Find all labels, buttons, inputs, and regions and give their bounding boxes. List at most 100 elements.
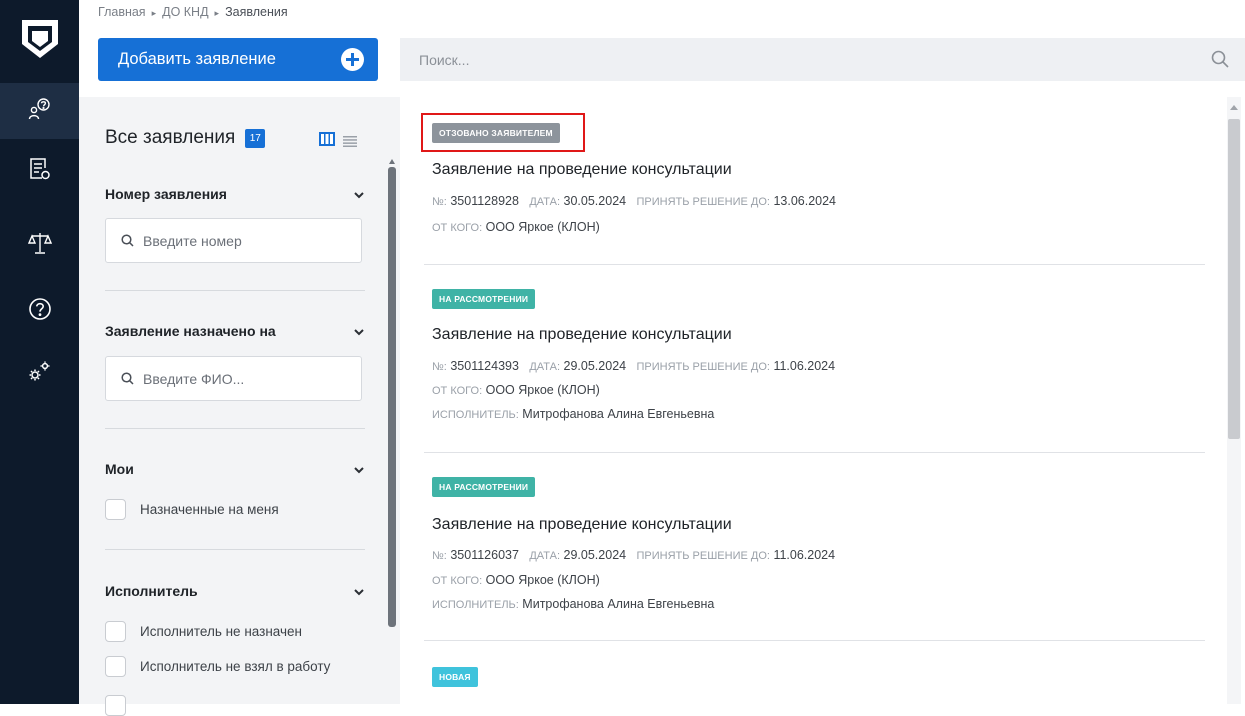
- settings-gears-icon: [28, 359, 52, 388]
- breadcrumb-separator: ▸: [151, 8, 157, 18]
- rail-item-consultations[interactable]: [0, 83, 79, 139]
- checkbox[interactable]: [105, 695, 126, 716]
- number-key: №:: [432, 361, 447, 373]
- user-question-icon: [28, 97, 52, 126]
- breadcrumb: Главная ▸ ДО КНД ▸ Заявления: [98, 5, 288, 19]
- from-key: ОТ КОГО:: [432, 575, 483, 587]
- application-from: ОТ КОГО: ООО Яркое (КЛОН): [432, 220, 600, 234]
- status-badge: ОТЗОВАНО ЗАЯВИТЕЛЕМ: [432, 123, 560, 143]
- breadcrumb-separator: ▸: [214, 8, 220, 18]
- deadline-key: ПРИНЯТЬ РЕШЕНИЕ ДО:: [636, 196, 770, 208]
- divider: [424, 264, 1205, 265]
- checkbox[interactable]: [105, 621, 126, 642]
- plus-circle-icon: [341, 48, 364, 71]
- from-value: ООО Яркое (КЛОН): [485, 383, 600, 397]
- executor-value: Митрофанова Алина Евгеньевна: [522, 407, 715, 421]
- from-key: ОТ КОГО:: [432, 222, 483, 234]
- executor-key: ИСПОЛНИТЕЛЬ:: [432, 409, 519, 421]
- checkbox-assigned-to-me[interactable]: Назначенные на меня: [105, 499, 279, 520]
- mine-filter-label[interactable]: Мои: [105, 461, 134, 477]
- chevron-down-icon[interactable]: [354, 186, 364, 204]
- help-circle-icon: [28, 297, 52, 326]
- divider: [105, 290, 365, 291]
- breadcrumb-section[interactable]: ДО КНД: [162, 5, 208, 19]
- status-badge: НОВАЯ: [432, 667, 478, 687]
- assigned-filter-label[interactable]: Заявление назначено на: [105, 323, 276, 339]
- filter-panel: Все заявления 17 Номер заявления Заявлен…: [79, 97, 400, 716]
- application-meta: №: 3501128928 ДАТА: 30.05.2024 ПРИНЯТЬ Р…: [432, 194, 836, 208]
- executor-filter-label[interactable]: Исполнитель: [105, 583, 198, 599]
- application-executor: ИСПОЛНИТЕЛЬ: Митрофанова Алина Евгеньевн…: [432, 597, 714, 611]
- applications-count-badge: 17: [245, 128, 266, 148]
- chevron-down-icon[interactable]: [354, 323, 364, 341]
- application-executor: ИСПОЛНИТЕЛЬ: Митрофанова Алина Евгеньевн…: [432, 407, 714, 421]
- application-from: ОТ КОГО: ООО Яркое (КЛОН): [432, 573, 600, 587]
- rail-item-settings[interactable]: [0, 345, 79, 401]
- rail-item-help[interactable]: [0, 283, 79, 339]
- date-key: ДАТА:: [529, 361, 561, 373]
- search-input[interactable]: [400, 38, 1245, 81]
- application-meta: №: 3501126037 ДАТА: 29.05.2024 ПРИНЯТЬ Р…: [432, 548, 835, 562]
- deadline-key: ПРИНЯТЬ РЕШЕНИЕ ДО:: [636, 361, 770, 373]
- all-applications-heading: Все заявления: [105, 127, 236, 148]
- from-key: ОТ КОГО:: [432, 385, 483, 397]
- application-date: 30.05.2024: [563, 194, 627, 208]
- number-key: №:: [432, 550, 447, 562]
- columns-view-icon[interactable]: [319, 132, 335, 151]
- divider: [424, 452, 1205, 453]
- rail-item-documents[interactable]: [0, 143, 79, 199]
- document-list-icon: [29, 157, 51, 186]
- application-number: 3501128928: [450, 194, 519, 208]
- status-badge: НА РАССМОТРЕНИИ: [432, 477, 536, 497]
- search-bar: [400, 38, 1245, 81]
- application-title[interactable]: Заявление на проведение консультации: [432, 516, 732, 534]
- assignee-input[interactable]: [106, 357, 361, 400]
- number-input[interactable]: [106, 219, 361, 262]
- breadcrumb-current: Заявления: [225, 5, 288, 19]
- applications-list: ОТЗОВАНО ЗАЯВИТЕЛЕМ Заявление на проведе…: [400, 97, 1245, 704]
- chevron-down-icon[interactable]: [354, 583, 364, 601]
- add-application-button[interactable]: Добавить заявление: [98, 38, 378, 81]
- application-date: 29.05.2024: [563, 548, 627, 562]
- application-title[interactable]: Заявление на проведение консультации: [432, 326, 732, 344]
- checkbox-executor-not-assigned[interactable]: Исполнитель не назначен: [105, 621, 302, 642]
- application-title[interactable]: Заявление на проведение консультации: [432, 161, 732, 179]
- checkbox-label: Исполнитель не назначен: [140, 624, 302, 639]
- checkbox-more[interactable]: [105, 695, 140, 716]
- executor-key: ИСПОЛНИТЕЛЬ:: [432, 599, 519, 611]
- checkbox[interactable]: [105, 656, 126, 677]
- application-number: 3501126037: [450, 548, 519, 562]
- application-meta: №: 3501124393 ДАТА: 29.05.2024 ПРИНЯТЬ Р…: [432, 359, 835, 373]
- filter-title: Все заявления 17: [105, 127, 266, 149]
- filter-scrollbar[interactable]: [388, 167, 396, 627]
- search-icon[interactable]: [1211, 50, 1229, 73]
- checkbox[interactable]: [105, 499, 126, 520]
- list-scrollbar[interactable]: [1228, 119, 1240, 439]
- scroll-up-arrow[interactable]: [1230, 105, 1238, 110]
- date-key: ДАТА:: [529, 550, 561, 562]
- application-deadline: 13.06.2024: [773, 194, 836, 208]
- add-application-label: Добавить заявление: [118, 50, 276, 68]
- divider: [105, 428, 365, 429]
- from-value: ООО Яркое (КЛОН): [485, 573, 600, 587]
- application-date: 29.05.2024: [563, 359, 627, 373]
- application-deadline: 11.06.2024: [773, 359, 836, 373]
- scroll-up-arrow[interactable]: [389, 159, 395, 164]
- executor-value: Митрофанова Алина Евгеньевна: [522, 597, 715, 611]
- list-view-icon[interactable]: [343, 134, 357, 152]
- number-key: №:: [432, 196, 447, 208]
- chevron-down-icon[interactable]: [354, 461, 364, 479]
- application-deadline: 11.06.2024: [773, 548, 836, 562]
- rail-item-justice[interactable]: [0, 217, 79, 273]
- checkbox-executor-not-started[interactable]: Исполнитель не взял в работу: [105, 656, 330, 677]
- application-from: ОТ КОГО: ООО Яркое (КЛОН): [432, 383, 600, 397]
- scales-icon: [27, 230, 52, 261]
- number-field: [105, 218, 362, 263]
- breadcrumb-home[interactable]: Главная: [98, 5, 146, 19]
- logo-shield-icon[interactable]: [20, 18, 60, 65]
- assignee-field: [105, 356, 362, 401]
- status-badge: НА РАССМОТРЕНИИ: [432, 289, 536, 309]
- divider: [105, 549, 365, 550]
- number-filter-label[interactable]: Номер заявления: [105, 186, 227, 202]
- date-key: ДАТА:: [529, 196, 561, 208]
